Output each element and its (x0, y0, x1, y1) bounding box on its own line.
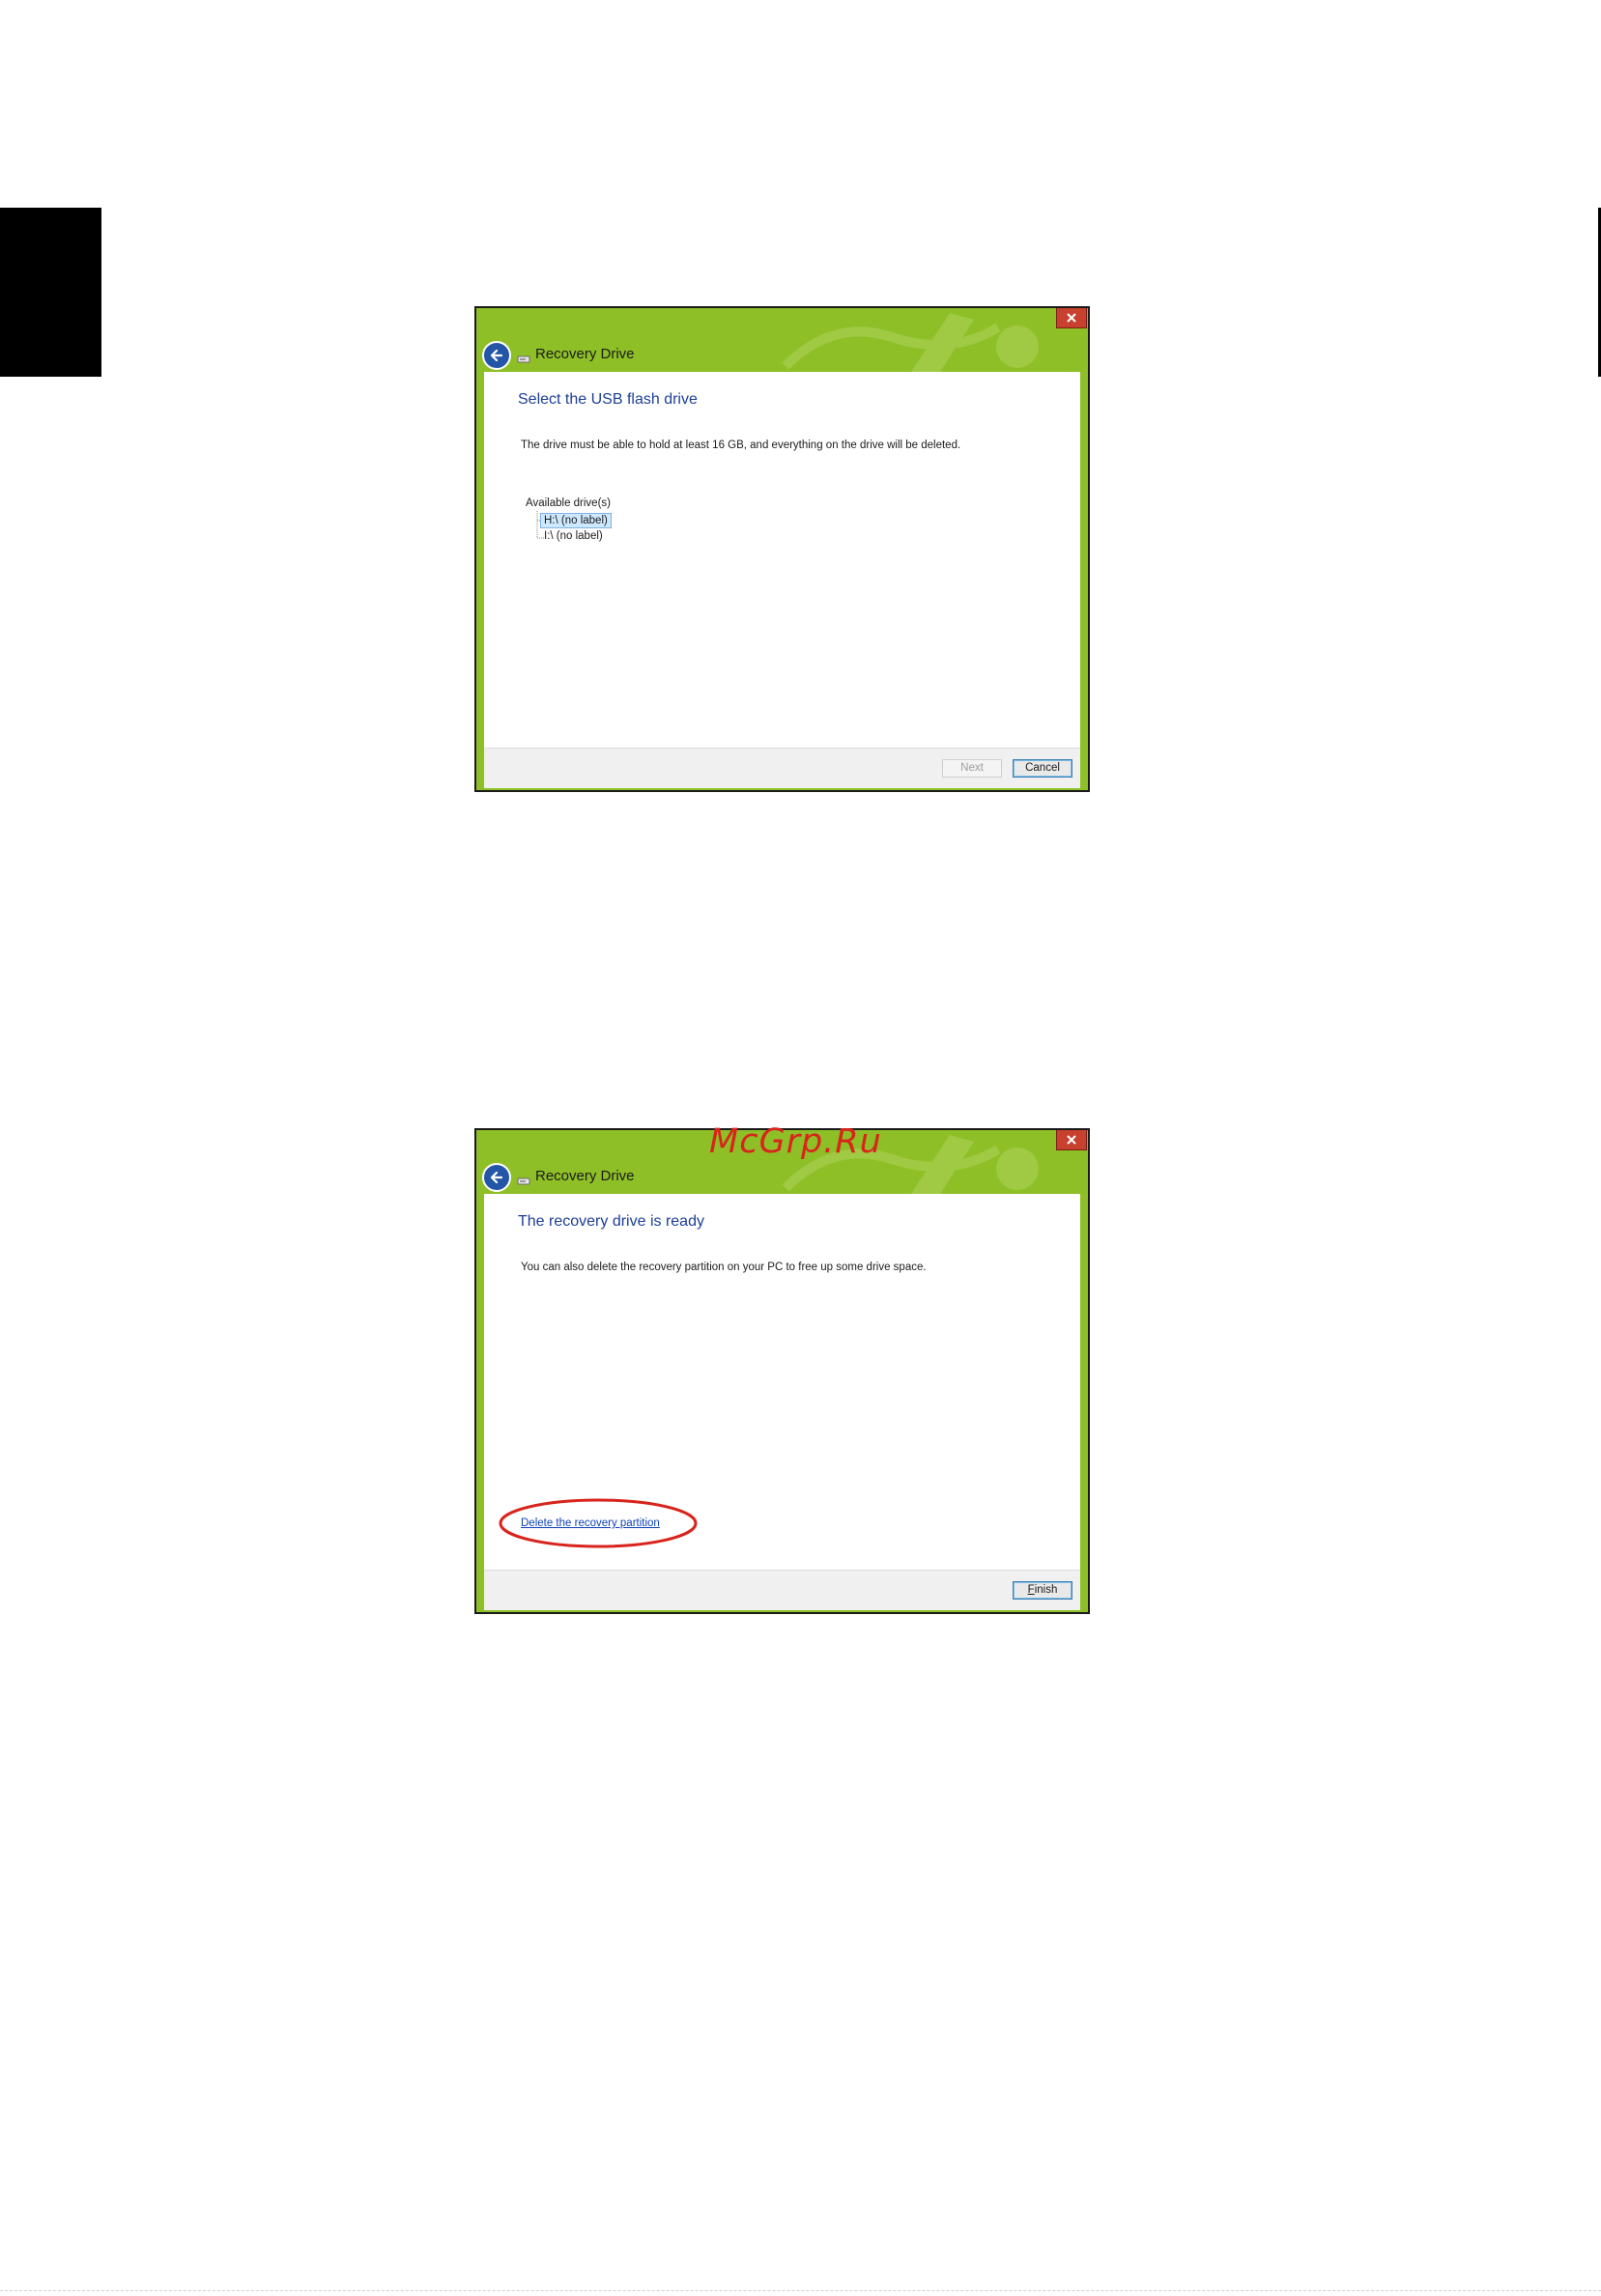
header-decoration (782, 313, 1039, 372)
instruction-text: The drive must be able to hold at least … (521, 439, 961, 451)
recovery-drive-dialog-select: Recovery Drive Select the USB flash driv… (474, 306, 1090, 792)
dialog-content: Select the USB flash drive The drive mus… (484, 372, 1080, 748)
tree-label-available-drives: Available drive(s) (526, 497, 611, 509)
close-icon (1067, 313, 1076, 323)
back-button[interactable] (482, 341, 511, 370)
info-text: You can also delete the recovery partiti… (521, 1261, 927, 1273)
finish-accel-letter: F (1027, 1584, 1035, 1596)
close-button[interactable] (1056, 308, 1087, 328)
back-arrow-icon (490, 349, 503, 362)
dialog-footer: Finish (484, 1570, 1080, 1610)
dialog-footer: Next Cancel (484, 748, 1080, 788)
close-button[interactable] (1056, 1130, 1087, 1150)
window-title: Recovery Drive (535, 346, 635, 362)
page-heading: The recovery drive is ready (518, 1213, 704, 1230)
page-heading: Select the USB flash drive (518, 391, 698, 408)
page-edge-tab (0, 208, 101, 377)
window-title: Recovery Drive (535, 1168, 635, 1184)
back-arrow-icon (490, 1171, 503, 1184)
next-button[interactable]: Next (942, 759, 1002, 778)
bottom-dashed-rule (0, 2290, 1601, 2291)
recovery-drive-dialog-ready: Recovery Drive The recovery drive is rea… (474, 1128, 1090, 1614)
watermark-text: McGrp.Ru (709, 1122, 882, 1161)
finish-button[interactable]: Finish (1013, 1581, 1072, 1600)
dialog-content: The recovery drive is ready You can also… (484, 1194, 1080, 1570)
usb-drive-icon (517, 1177, 530, 1185)
delete-recovery-partition-link[interactable]: Delete the recovery partition (521, 1517, 660, 1529)
drive-tree: Available drive(s) H:\ (no label) I:\ (n… (526, 496, 612, 542)
close-icon (1067, 1135, 1076, 1145)
cancel-button[interactable]: Cancel (1013, 759, 1072, 778)
drive-item-i[interactable]: I:\ (no label) (541, 529, 606, 543)
usb-drive-icon (517, 355, 530, 363)
finish-label-rest: inish (1034, 1584, 1058, 1596)
drive-item-h[interactable]: H:\ (no label) (540, 513, 612, 528)
back-button[interactable] (482, 1163, 511, 1192)
